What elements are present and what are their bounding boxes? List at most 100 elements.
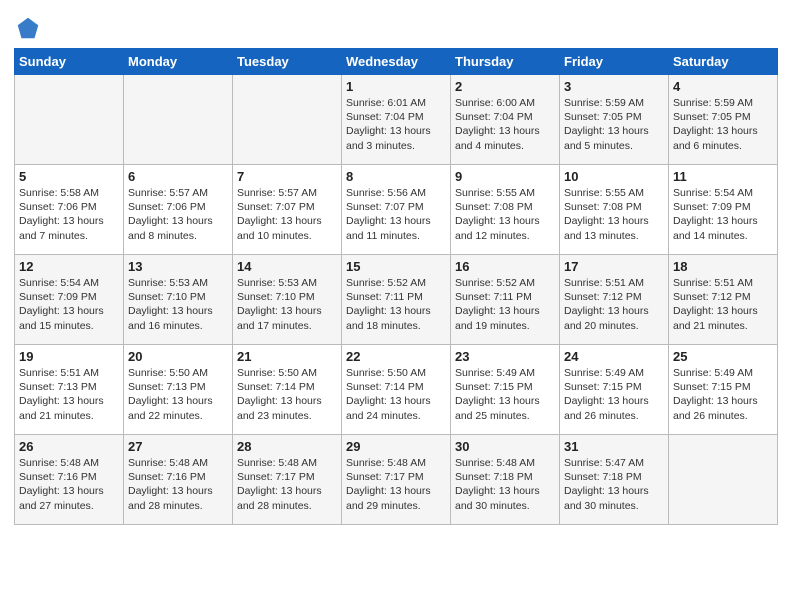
calendar-cell: 3 Sunrise: 5:59 AM Sunset: 7:05 PM Daylig… — [560, 75, 669, 165]
day-info: Sunrise: 5:55 AM Sunset: 7:08 PM Dayligh… — [564, 186, 664, 243]
calendar-cell: 10Sunrise: 5:55 AM Sunset: 7:08 PM Dayli… — [560, 165, 669, 255]
page: SundayMondayTuesdayWednesdayThursdayFrid… — [0, 0, 792, 612]
calendar-cell: 1 Sunrise: 6:01 AM Sunset: 7:04 PM Daylig… — [342, 75, 451, 165]
day-info: Sunrise: 5:54 AM Sunset: 7:09 PM Dayligh… — [19, 276, 119, 333]
day-number: 11 — [673, 169, 773, 184]
day-info: Sunrise: 5:57 AM Sunset: 7:06 PM Dayligh… — [128, 186, 228, 243]
day-number: 30 — [455, 439, 555, 454]
calendar-week-row: 19 Sunrise: 5:51 AM Sunset: 7:13 PM Dayli… — [15, 345, 778, 435]
day-info: Sunrise: 5:49 AM Sunset: 7:15 PM Dayligh… — [455, 366, 555, 423]
day-info: Sunrise: 5:48 AM Sunset: 7:17 PM Dayligh… — [237, 456, 337, 513]
calendar-cell: 7 Sunrise: 5:57 AM Sunset: 7:07 PM Daylig… — [233, 165, 342, 255]
day-number: 22 — [346, 349, 446, 364]
calendar-cell: 18 Sunrise: 5:51 AM Sunset: 7:12 PM Dayli… — [669, 255, 778, 345]
day-number: 25 — [673, 349, 773, 364]
calendar-cell: 9Sunrise: 5:55 AM Sunset: 7:08 PM Daylig… — [451, 165, 560, 255]
calendar-cell: 27 Sunrise: 5:48 AM Sunset: 7:16 PM Dayli… — [124, 435, 233, 525]
calendar-cell: 23 Sunrise: 5:49 AM Sunset: 7:15 PM Dayli… — [451, 345, 560, 435]
calendar-cell: 17 Sunrise: 5:51 AM Sunset: 7:12 PM Dayli… — [560, 255, 669, 345]
day-number: 7 — [237, 169, 337, 184]
calendar-cell: 24 Sunrise: 5:49 AM Sunset: 7:15 PM Dayli… — [560, 345, 669, 435]
day-info: Sunrise: 5:49 AM Sunset: 7:15 PM Dayligh… — [564, 366, 664, 423]
calendar-cell: 22 Sunrise: 5:50 AM Sunset: 7:14 PM Dayli… — [342, 345, 451, 435]
day-number: 31 — [564, 439, 664, 454]
day-number: 23 — [455, 349, 555, 364]
calendar-cell: 26 Sunrise: 5:48 AM Sunset: 7:16 PM Dayli… — [15, 435, 124, 525]
day-number: 15 — [346, 259, 446, 274]
calendar-cell: 8Sunrise: 5:56 AM Sunset: 7:07 PM Daylig… — [342, 165, 451, 255]
day-info: Sunrise: 5:47 AM Sunset: 7:18 PM Dayligh… — [564, 456, 664, 513]
day-info: Sunrise: 5:56 AM Sunset: 7:07 PM Dayligh… — [346, 186, 446, 243]
calendar-cell: 21 Sunrise: 5:50 AM Sunset: 7:14 PM Dayli… — [233, 345, 342, 435]
calendar-day-header: Wednesday — [342, 49, 451, 75]
day-info: Sunrise: 5:59 AM Sunset: 7:05 PM Dayligh… — [564, 96, 664, 153]
calendar-header-row: SundayMondayTuesdayWednesdayThursdayFrid… — [15, 49, 778, 75]
calendar-cell: 29Sunrise: 5:48 AM Sunset: 7:17 PM Dayli… — [342, 435, 451, 525]
day-number: 12 — [19, 259, 119, 274]
day-info: Sunrise: 5:55 AM Sunset: 7:08 PM Dayligh… — [455, 186, 555, 243]
day-info: Sunrise: 6:01 AM Sunset: 7:04 PM Dayligh… — [346, 96, 446, 153]
calendar-day-header: Sunday — [15, 49, 124, 75]
day-info: Sunrise: 5:52 AM Sunset: 7:11 PM Dayligh… — [346, 276, 446, 333]
calendar-week-row: 1 Sunrise: 6:01 AM Sunset: 7:04 PM Daylig… — [15, 75, 778, 165]
day-number: 24 — [564, 349, 664, 364]
calendar-cell: 16Sunrise: 5:52 AM Sunset: 7:11 PM Dayli… — [451, 255, 560, 345]
calendar-day-header: Monday — [124, 49, 233, 75]
calendar-cell: 4 Sunrise: 5:59 AM Sunset: 7:05 PM Daylig… — [669, 75, 778, 165]
calendar-cell: 28 Sunrise: 5:48 AM Sunset: 7:17 PM Dayli… — [233, 435, 342, 525]
calendar-cell — [669, 435, 778, 525]
day-number: 27 — [128, 439, 228, 454]
day-number: 2 — [455, 79, 555, 94]
calendar-cell — [233, 75, 342, 165]
day-number: 14 — [237, 259, 337, 274]
calendar-cell — [124, 75, 233, 165]
day-info: Sunrise: 5:50 AM Sunset: 7:14 PM Dayligh… — [346, 366, 446, 423]
day-info: Sunrise: 5:48 AM Sunset: 7:16 PM Dayligh… — [128, 456, 228, 513]
day-number: 18 — [673, 259, 773, 274]
calendar-day-header: Friday — [560, 49, 669, 75]
day-number: 3 — [564, 79, 664, 94]
day-info: Sunrise: 5:51 AM Sunset: 7:12 PM Dayligh… — [673, 276, 773, 333]
calendar-cell: 25 Sunrise: 5:49 AM Sunset: 7:15 PM Dayli… — [669, 345, 778, 435]
day-info: Sunrise: 5:50 AM Sunset: 7:14 PM Dayligh… — [237, 366, 337, 423]
day-info: Sunrise: 5:49 AM Sunset: 7:15 PM Dayligh… — [673, 366, 773, 423]
calendar-cell: 6 Sunrise: 5:57 AM Sunset: 7:06 PM Daylig… — [124, 165, 233, 255]
day-info: Sunrise: 5:52 AM Sunset: 7:11 PM Dayligh… — [455, 276, 555, 333]
day-info: Sunrise: 5:58 AM Sunset: 7:06 PM Dayligh… — [19, 186, 119, 243]
day-info: Sunrise: 5:48 AM Sunset: 7:16 PM Dayligh… — [19, 456, 119, 513]
calendar-cell: 30 Sunrise: 5:48 AM Sunset: 7:18 PM Dayli… — [451, 435, 560, 525]
day-info: Sunrise: 5:59 AM Sunset: 7:05 PM Dayligh… — [673, 96, 773, 153]
calendar-cell: 19 Sunrise: 5:51 AM Sunset: 7:13 PM Dayli… — [15, 345, 124, 435]
day-info: Sunrise: 5:57 AM Sunset: 7:07 PM Dayligh… — [237, 186, 337, 243]
calendar-cell: 15 Sunrise: 5:52 AM Sunset: 7:11 PM Dayli… — [342, 255, 451, 345]
day-number: 1 — [346, 79, 446, 94]
day-info: Sunrise: 5:51 AM Sunset: 7:12 PM Dayligh… — [564, 276, 664, 333]
calendar-day-header: Saturday — [669, 49, 778, 75]
day-number: 20 — [128, 349, 228, 364]
day-number: 26 — [19, 439, 119, 454]
day-number: 19 — [19, 349, 119, 364]
calendar: SundayMondayTuesdayWednesdayThursdayFrid… — [14, 48, 778, 525]
day-info: Sunrise: 5:50 AM Sunset: 7:13 PM Dayligh… — [128, 366, 228, 423]
day-info: Sunrise: 5:48 AM Sunset: 7:18 PM Dayligh… — [455, 456, 555, 513]
day-number: 4 — [673, 79, 773, 94]
calendar-week-row: 12 Sunrise: 5:54 AM Sunset: 7:09 PM Dayli… — [15, 255, 778, 345]
calendar-cell: 13Sunrise: 5:53 AM Sunset: 7:10 PM Dayli… — [124, 255, 233, 345]
calendar-cell: 31 Sunrise: 5:47 AM Sunset: 7:18 PM Dayli… — [560, 435, 669, 525]
day-number: 28 — [237, 439, 337, 454]
calendar-cell: 2 Sunrise: 6:00 AM Sunset: 7:04 PM Daylig… — [451, 75, 560, 165]
header — [14, 10, 778, 42]
day-info: Sunrise: 6:00 AM Sunset: 7:04 PM Dayligh… — [455, 96, 555, 153]
day-number: 5 — [19, 169, 119, 184]
calendar-cell: 12 Sunrise: 5:54 AM Sunset: 7:09 PM Dayli… — [15, 255, 124, 345]
day-number: 6 — [128, 169, 228, 184]
day-number: 17 — [564, 259, 664, 274]
day-info: Sunrise: 5:53 AM Sunset: 7:10 PM Dayligh… — [237, 276, 337, 333]
day-number: 21 — [237, 349, 337, 364]
day-info: Sunrise: 5:54 AM Sunset: 7:09 PM Dayligh… — [673, 186, 773, 243]
calendar-day-header: Thursday — [451, 49, 560, 75]
day-number: 13 — [128, 259, 228, 274]
calendar-cell: 14 Sunrise: 5:53 AM Sunset: 7:10 PM Dayli… — [233, 255, 342, 345]
day-info: Sunrise: 5:51 AM Sunset: 7:13 PM Dayligh… — [19, 366, 119, 423]
logo — [14, 14, 44, 42]
